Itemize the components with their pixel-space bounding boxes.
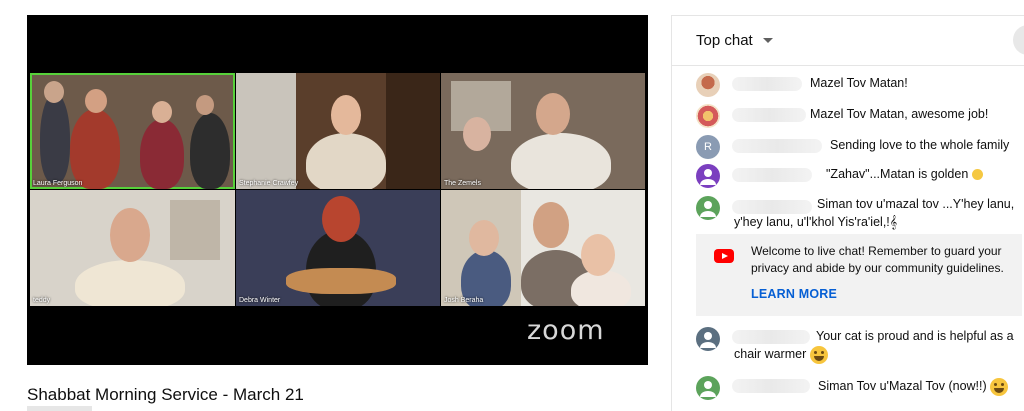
chat-message: Siman Tov u'Mazal Tov (now!!) <box>672 376 1024 411</box>
participant-tile: Debra Winter <box>236 190 440 306</box>
chat-menu-button[interactable] <box>1013 25 1024 55</box>
participant-name-label: Stephanie Crawfey <box>239 180 299 187</box>
participant-tile: The Zemels <box>441 73 645 189</box>
chevron-down-icon[interactable] <box>763 38 773 43</box>
welcome-text: Welcome to live chat! Remember to guard … <box>751 244 1004 275</box>
message-text: Mazel Tov Matan! <box>810 76 908 90</box>
participant-name-label: teddy <box>33 297 51 304</box>
learn-more-link[interactable]: LEARN MORE <box>751 287 837 301</box>
message-text-content: "Zahav"...Matan is golden <box>826 167 969 181</box>
author-name[interactable] <box>732 168 812 182</box>
chat-message: Mazel Tov Matan! <box>672 73 1024 97</box>
chat-message: "Zahav"...Matan is golden <box>672 164 1024 188</box>
smiley-emoji-icon <box>971 169 983 181</box>
laughing-emoji-icon <box>809 345 828 364</box>
message-text-content: Siman Tov u'Mazal Tov (now!!) <box>818 379 987 393</box>
avatar[interactable]: R <box>696 135 720 159</box>
video-title: Shabbat Morning Service - March 21 <box>27 385 304 404</box>
author-name[interactable] <box>732 77 802 91</box>
author-name[interactable] <box>732 108 806 122</box>
zoom-logo: zoom <box>527 315 605 346</box>
person-avatar-icon[interactable] <box>696 327 720 351</box>
author-name[interactable] <box>732 379 810 393</box>
chat-message: Siman tov u'mazal tov ...Y'hey lanu, y'h… <box>672 196 1024 236</box>
chat-message: Mazel Tov Matan, awesome job! <box>672 104 1024 128</box>
message-text: Mazel Tov Matan, awesome job! <box>810 107 989 121</box>
participant-tile: Stephanie Crawfey <box>236 73 440 189</box>
message-text: Your cat is proud and is helpful as a <box>816 329 1014 343</box>
participant-name-label: The Zemels <box>444 180 481 187</box>
chat-message: Your cat is proud and is helpful as a ch… <box>672 327 1024 367</box>
message-text-content: chair warmer <box>734 347 807 361</box>
participant-tile: Josh Beraha <box>441 190 645 306</box>
message-text: Siman tov u'mazal tov ...Y'hey lanu, <box>817 197 1015 211</box>
participant-name-label: Laura Ferguson <box>33 180 83 187</box>
person-avatar-icon[interactable] <box>696 196 720 220</box>
message-text-continued: chair warmer <box>734 345 828 364</box>
welcome-banner: Welcome to live chat! Remember to guard … <box>696 234 1022 316</box>
avatar[interactable] <box>696 104 720 128</box>
avatar[interactable] <box>696 73 720 97</box>
live-chat-panel: Top chat Mazel Tov Matan! Mazel Tov Mata… <box>671 15 1024 411</box>
channel-info-placeholder <box>27 406 92 411</box>
message-text: "Zahav"...Matan is golden <box>826 165 983 183</box>
top-chat-dropdown[interactable]: Top chat <box>696 32 753 49</box>
participant-tile: Laura Ferguson <box>30 73 235 189</box>
message-text-continued: y'hey lanu, u'l'khol Yis'ra'iel,!𝄞 <box>734 215 898 229</box>
message-text: Sending love to the whole family <box>830 138 1010 152</box>
youtube-icon <box>714 249 734 263</box>
author-name[interactable] <box>732 200 812 214</box>
chat-header: Top chat <box>672 16 1024 66</box>
participant-name-label: Debra Winter <box>239 297 281 304</box>
author-name[interactable] <box>732 139 822 153</box>
participant-name-label: Josh Beraha <box>444 297 484 304</box>
person-avatar-icon[interactable] <box>696 164 720 188</box>
participant-tile: teddy <box>30 190 235 306</box>
video-player[interactable]: Laura Ferguson Stephanie Crawfey The Zem… <box>27 15 648 365</box>
smiley-emoji-icon <box>990 377 1009 396</box>
chat-message: R Sending love to the whole family <box>672 135 1024 159</box>
person-avatar-icon[interactable] <box>696 376 720 400</box>
message-text: Siman Tov u'Mazal Tov (now!!) <box>818 377 1009 396</box>
author-name[interactable] <box>732 330 810 344</box>
